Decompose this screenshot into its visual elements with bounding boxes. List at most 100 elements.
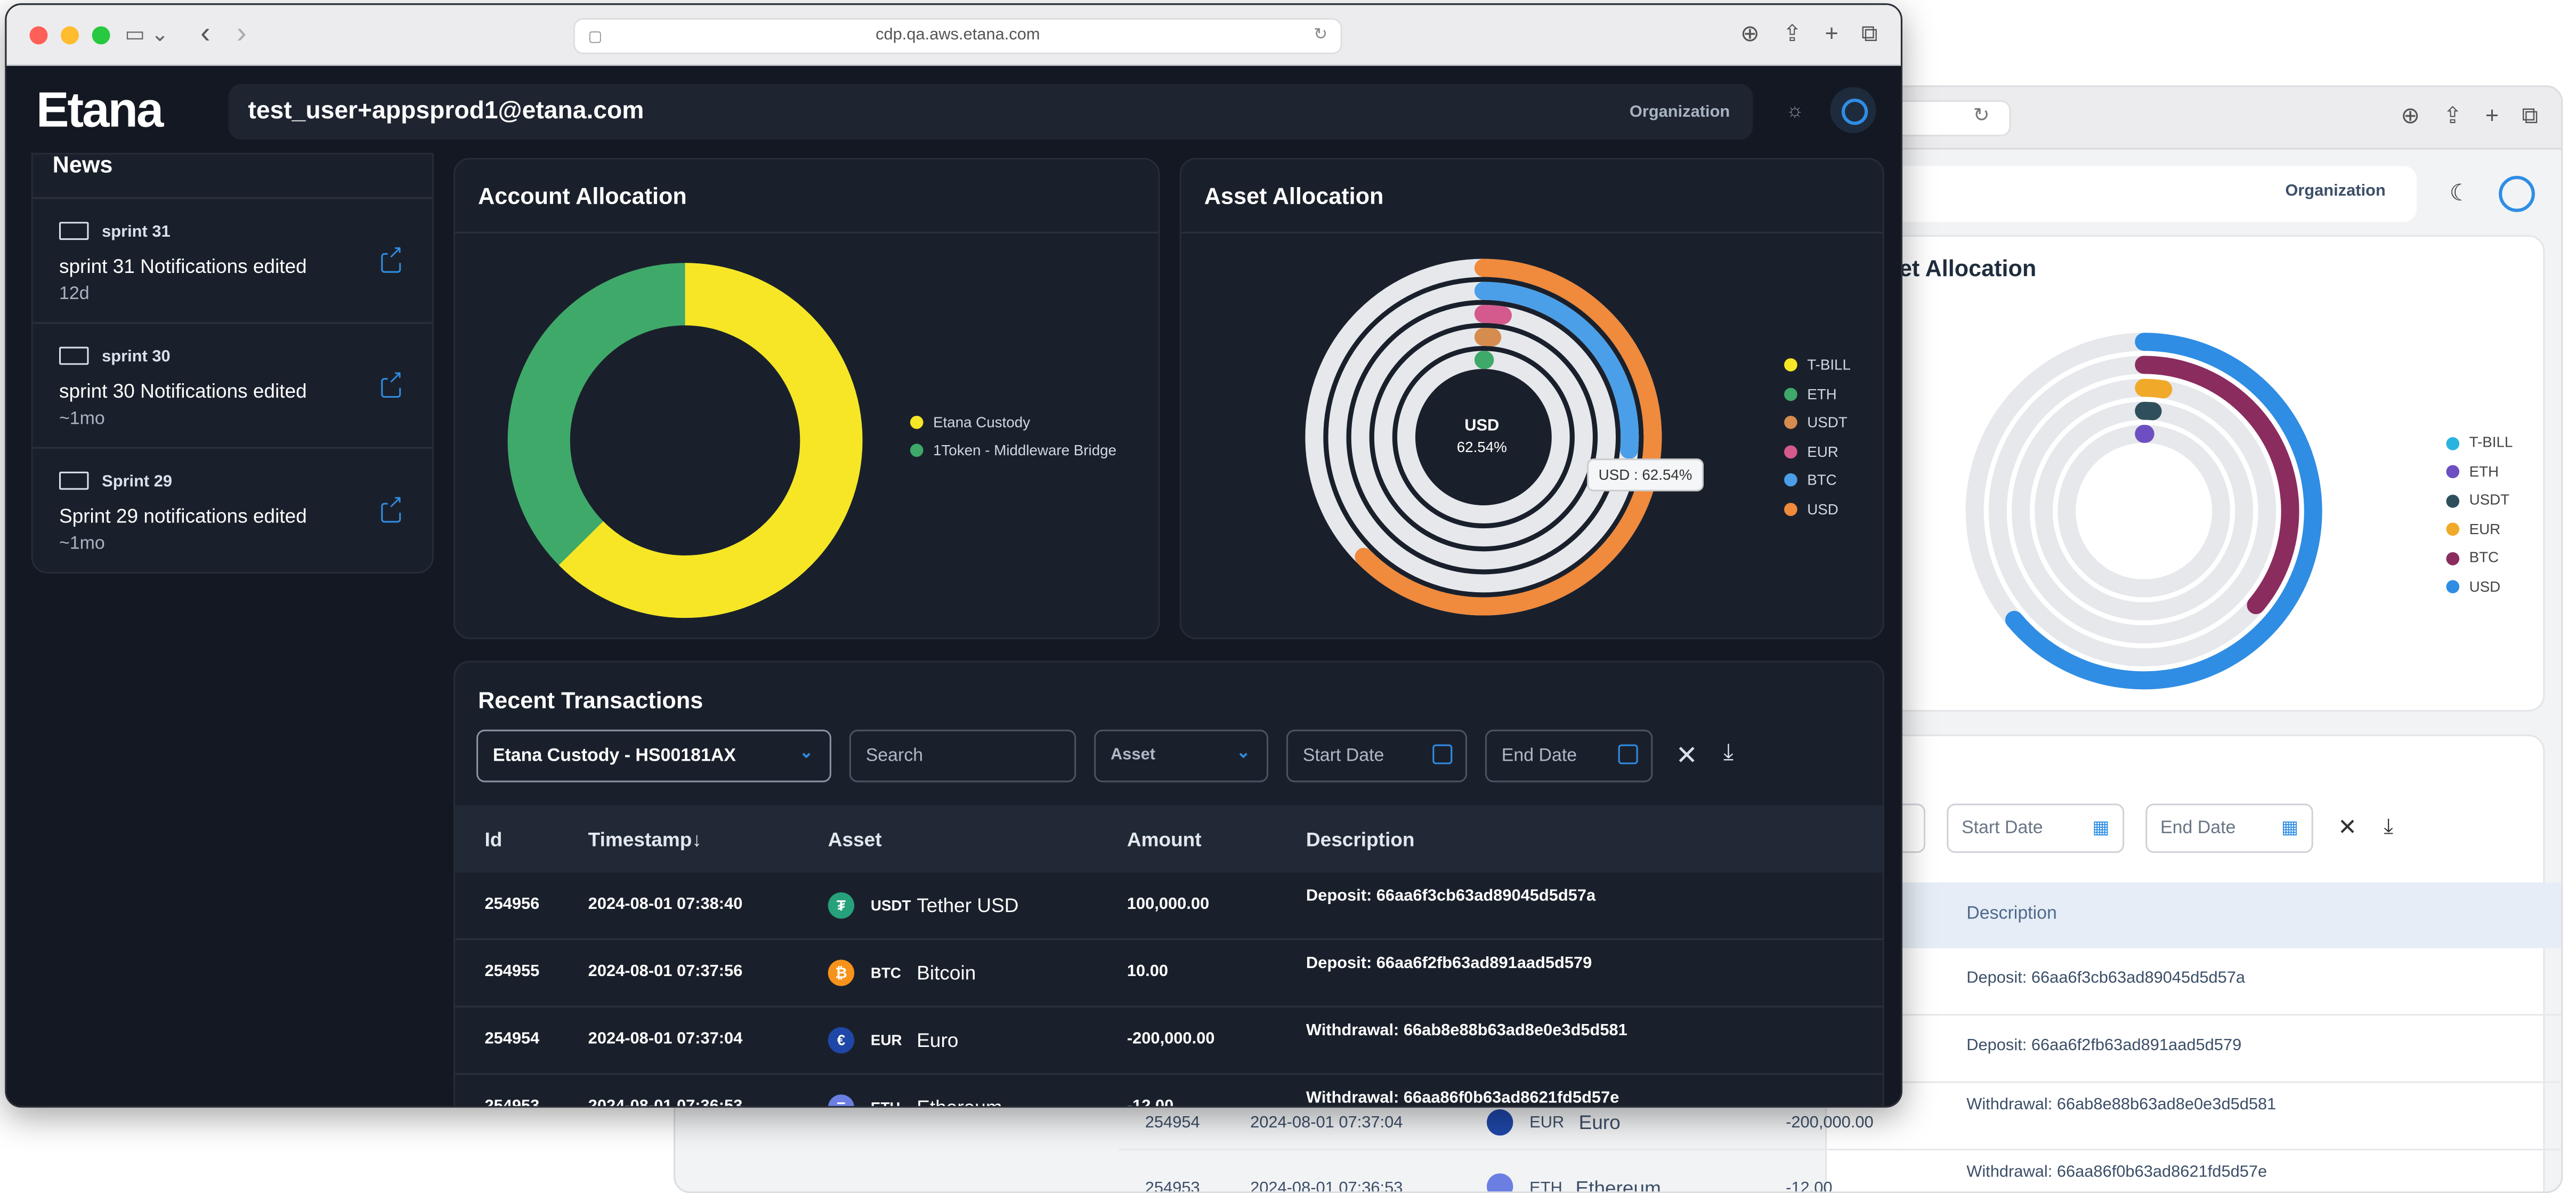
- asset-select[interactable]: Asset ⌄: [1094, 729, 1268, 783]
- legend-btc[interactable]: BTC: [1784, 472, 1837, 488]
- background-end-date-field[interactable]: End Date ▦: [2145, 803, 2313, 853]
- news-headline: Sprint 29 notifications edited: [59, 504, 307, 528]
- legend-dot: [910, 415, 924, 429]
- legend-1token[interactable]: 1Token - Middleware Bridge: [910, 442, 1116, 458]
- column-header-asset[interactable]: Asset: [828, 828, 882, 851]
- table-row[interactable]: 254956 2024-08-01 07:38:40 ₮ USDT Tether…: [455, 873, 1883, 940]
- table-row[interactable]: 254953 2024-08-01 07:36:53 ETH Ethereum …: [1119, 1150, 2561, 1193]
- row-symbol: BTC: [870, 964, 901, 981]
- bg-ring-arc-eur[interactable]: [2135, 378, 2173, 399]
- row-asset: Ethereum: [1575, 1176, 1661, 1193]
- legend-eur[interactable]: EUR: [1784, 443, 1838, 460]
- bg-ring-arc-usdt[interactable]: [2135, 401, 2162, 421]
- clear-filters-icon[interactable]: ✕: [1676, 739, 1698, 772]
- background-tabs-icon[interactable]: ⧉: [2522, 102, 2538, 130]
- news-title: News: [52, 151, 113, 178]
- theme-toggle-sun-icon[interactable]: ☼: [1786, 99, 1804, 122]
- sidebar-toggle-icon[interactable]: ▭ ⌄: [125, 21, 169, 47]
- row-amount: -12.00: [1786, 1180, 1833, 1193]
- row-amount: 10.00: [1127, 963, 1169, 981]
- news-item[interactable]: Sprint 29 Sprint 29 notifications edited…: [33, 447, 432, 572]
- account-allocation-title: Account Allocation: [478, 182, 687, 209]
- background-clear-icon[interactable]: ✕: [2338, 813, 2357, 841]
- bg-legend-usd[interactable]: USD: [2446, 573, 2513, 601]
- calendar-icon[interactable]: [1432, 744, 1453, 764]
- end-date-field[interactable]: End Date: [1485, 729, 1653, 783]
- row-id: 254954: [484, 1030, 540, 1049]
- etana-logo[interactable]: Etana: [36, 84, 164, 140]
- row-description: Deposit: 66aa6f3cb63ad89045d5d57a: [1966, 969, 2246, 988]
- bg-legend-t-bill[interactable]: T-BILL: [2446, 429, 2513, 458]
- background-reload-icon[interactable]: ↻: [1973, 103, 1990, 126]
- row-id: 254955: [484, 963, 540, 981]
- chevron-down-icon: ⌄: [1236, 744, 1251, 763]
- close-window-button[interactable]: [29, 26, 48, 45]
- user-bar: test_user+appsprod1@etana.com Organizati…: [228, 84, 1753, 140]
- search-placeholder: Search: [865, 746, 924, 766]
- background-asset-legend: T-BILL ETH USDT EUR BTC USD: [2446, 429, 2513, 602]
- account-select[interactable]: Etana Custody - HS00181AX ⌄: [476, 729, 831, 783]
- background-moon-icon[interactable]: ☾: [2450, 179, 2470, 207]
- ring-arc-eur[interactable]: [1474, 304, 1512, 325]
- background-new-tab-icon[interactable]: +: [2485, 102, 2499, 130]
- column-header-amount[interactable]: Amount: [1127, 828, 1202, 851]
- legend-t-bill[interactable]: T-BILL: [1784, 357, 1851, 373]
- organization-button[interactable]: Organization: [1630, 103, 1730, 122]
- tab-overview-icon[interactable]: ⧉: [1861, 20, 1878, 47]
- background-share-icon[interactable]: ⇪: [2443, 102, 2462, 130]
- column-header-timestamp[interactable]: Timestamp↓: [588, 828, 702, 851]
- table-row[interactable]: 254954 2024-08-01 07:37:04 € EUR Euro -2…: [455, 1007, 1883, 1075]
- news-item[interactable]: sprint 30 sprint 30 Notifications edited…: [33, 322, 432, 447]
- minimize-window-button[interactable]: [61, 26, 79, 45]
- start-date-field[interactable]: Start Date: [1286, 729, 1468, 783]
- background-start-date-field[interactable]: Start Date ▦: [1947, 803, 2125, 853]
- row-symbol: ETH: [871, 1099, 900, 1106]
- asset-center-label: USD 62.54%: [1416, 417, 1548, 455]
- row-description: Withdrawal: 66aa86f0b63ad8621fd5d57e: [1966, 1163, 2267, 1182]
- bg-legend-usdt[interactable]: USDT: [2446, 487, 2513, 515]
- calendar-icon[interactable]: [1618, 744, 1638, 764]
- bg-legend-eth[interactable]: ETH: [2446, 458, 2513, 487]
- center-asset-value: 62.54%: [1456, 439, 1507, 455]
- user-profile-icon[interactable]: [1830, 87, 1876, 133]
- column-header-description[interactable]: Description: [1306, 828, 1415, 851]
- forward-arrow-icon[interactable]: ›: [237, 17, 246, 51]
- news-item[interactable]: sprint 31 sprint 31 Notifications edited…: [33, 197, 432, 322]
- reload-icon[interactable]: ↻: [1314, 20, 1327, 53]
- background-download-icon[interactable]: ⤓: [2384, 813, 2393, 840]
- legend-dot: [2446, 522, 2460, 536]
- maximize-window-button[interactable]: [92, 26, 110, 45]
- download-icon[interactable]: ⊕: [1740, 20, 1760, 47]
- external-link-icon[interactable]: [381, 245, 403, 273]
- new-tab-icon[interactable]: +: [1825, 20, 1838, 47]
- search-input[interactable]: Search: [849, 729, 1076, 783]
- row-timestamp: 2024-08-01 07:36:53: [588, 1098, 743, 1108]
- news-headline: sprint 31 Notifications edited: [59, 254, 307, 278]
- bg-legend-btc[interactable]: BTC: [2446, 544, 2513, 573]
- background-organization-label[interactable]: Organization: [2285, 182, 2385, 200]
- background-user-icon[interactable]: [2499, 175, 2535, 212]
- transactions-table-header: Id Timestamp↓ Asset Amount Description: [455, 805, 1883, 873]
- euro-coin-icon: [1487, 1109, 1513, 1136]
- legend-etana-custody[interactable]: Etana Custody: [910, 414, 1030, 431]
- page-settings-icon[interactable]: ▢: [588, 20, 602, 53]
- table-row[interactable]: 254953 2024-08-01 07:36:53 Ξ ETH Ethereu…: [455, 1075, 1883, 1108]
- news-age: ~1mo: [59, 409, 105, 429]
- bg-legend-eur[interactable]: EUR: [2446, 515, 2513, 544]
- column-header-id[interactable]: Id: [484, 828, 502, 851]
- external-link-icon[interactable]: [381, 494, 403, 523]
- legend-dot: [2446, 551, 2460, 565]
- download-csv-icon[interactable]: ⤓: [1723, 738, 1733, 765]
- row-id: 254953: [1145, 1180, 1200, 1193]
- news-age: 12d: [59, 284, 90, 304]
- external-link-icon[interactable]: [381, 369, 403, 398]
- share-icon[interactable]: ⇪: [1783, 20, 1802, 47]
- table-row[interactable]: 254955 2024-08-01 07:37:56 ₿ BTC Bitcoin…: [455, 940, 1883, 1007]
- legend-usd[interactable]: USD: [1784, 501, 1838, 517]
- legend-usdt[interactable]: USDT: [1784, 414, 1848, 431]
- legend-eth[interactable]: ETH: [1784, 385, 1837, 402]
- background-download-icon[interactable]: ⊕: [2401, 102, 2420, 130]
- address-bar[interactable]: ▢ cdp.qa.aws.etana.com ↻: [573, 18, 1342, 54]
- back-arrow-icon[interactable]: ‹: [200, 17, 210, 51]
- row-asset: Tether USD: [917, 894, 1019, 917]
